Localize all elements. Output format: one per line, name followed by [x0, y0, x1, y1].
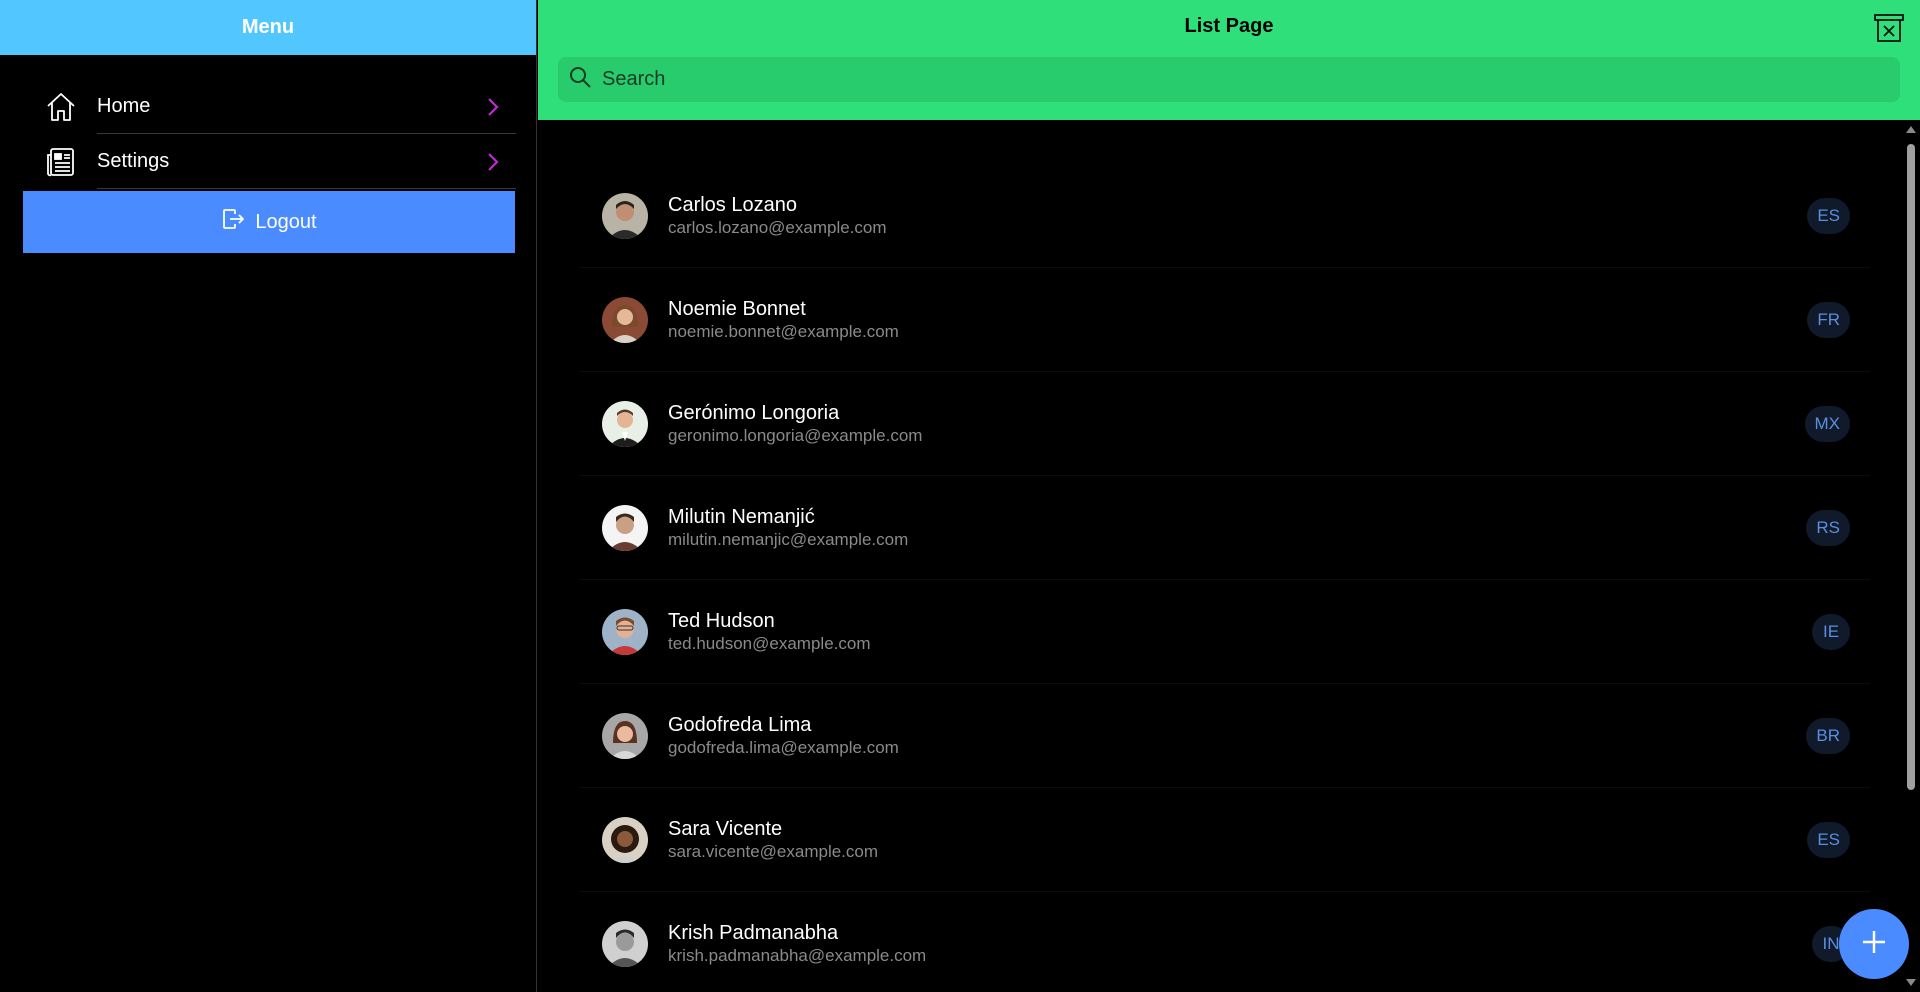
avatar [602, 920, 648, 967]
list-item[interactable]: Krish Padmanabha krish.padmanabha@exampl… [580, 892, 1870, 992]
sidebar-item-label: Settings [97, 150, 170, 172]
country-badge: ES [1807, 822, 1850, 858]
list-item[interactable]: Carlos Lozano carlos.lozano@example.com … [580, 164, 1870, 268]
list-item[interactable]: Noemie Bonnet noemie.bonnet@example.com … [580, 268, 1870, 372]
person-email: carlos.lozano@example.com [668, 217, 887, 237]
search-input[interactable] [600, 67, 1900, 92]
country-badge: IE [1812, 614, 1850, 650]
person-name: Gerónimo Longoria [668, 401, 840, 424]
person-email: noemie.bonnet@example.com [668, 321, 899, 341]
list-item[interactable]: Godofreda Lima godofreda.lima@example.co… [580, 684, 1870, 788]
add-button[interactable] [1839, 909, 1909, 979]
person-name: Noemie Bonnet [668, 297, 806, 320]
person-name: Krish Padmanabha [668, 921, 839, 944]
person-name: Sara Vicente [668, 817, 783, 840]
country-badge: FR [1807, 302, 1850, 338]
logout-icon [221, 207, 245, 237]
person-email: sara.vicente@example.com [668, 841, 879, 861]
sidebar-title: Menu [0, 0, 536, 55]
chevron-right-icon [486, 79, 500, 134]
person-name: Godofreda Lima [668, 713, 812, 736]
search-bar[interactable] [558, 57, 1900, 102]
chevron-right-icon [486, 134, 500, 189]
menu-divider [97, 188, 516, 189]
country-badge: BR [1806, 718, 1850, 754]
trash-icon [1873, 12, 1905, 49]
scroll-down-arrow-icon[interactable] [1906, 979, 1916, 986]
main-panel: List Page Carlos Lozano carlos.lozano@ex… [538, 0, 1920, 992]
avatar [602, 192, 648, 239]
logout-button[interactable]: Logout [23, 191, 515, 253]
list-item[interactable]: Sara Vicente sara.vicente@example.com ES [580, 788, 1870, 892]
sidebar-menu: Home Settings [0, 55, 536, 189]
person-email: krish.padmanabha@example.com [668, 945, 927, 965]
country-badge: MX [1804, 406, 1850, 442]
scroll-thumb[interactable] [1907, 144, 1915, 790]
country-badge: ES [1807, 198, 1850, 234]
avatar [602, 504, 648, 551]
scroll-up-arrow-icon[interactable] [1906, 126, 1916, 133]
avatar [602, 296, 648, 343]
logout-label: Logout [255, 210, 317, 233]
list-item[interactable]: Milutin Nemanjić milutin.nemanjic@exampl… [580, 476, 1870, 580]
sidebar: Menu Home Settings Logout [0, 0, 537, 992]
avatar [602, 712, 648, 759]
home-icon [44, 90, 78, 124]
sidebar-item-settings[interactable]: Settings [0, 134, 536, 189]
person-email: ted.hudson@example.com [668, 633, 871, 653]
trash-button[interactable] [1872, 13, 1906, 47]
country-badge: RS [1806, 510, 1850, 546]
page-title: List Page [1184, 15, 1274, 37]
plus-icon [1860, 928, 1888, 961]
newspaper-icon [44, 145, 78, 179]
avatar [602, 608, 648, 655]
header-bar: List Page [538, 0, 1920, 120]
sidebar-item-label: Home [97, 95, 151, 117]
person-email: geronimo.longoria@example.com [668, 425, 923, 445]
avatar [602, 816, 648, 863]
person-name: Ted Hudson [668, 609, 775, 632]
sidebar-item-home[interactable]: Home [0, 79, 536, 134]
person-name: Carlos Lozano [668, 193, 797, 216]
people-list: Carlos Lozano carlos.lozano@example.com … [538, 120, 1902, 992]
list-item[interactable]: Ted Hudson ted.hudson@example.com IE [580, 580, 1870, 684]
person-email: milutin.nemanjic@example.com [668, 529, 909, 549]
list-item[interactable]: Gerónimo Longoria geronimo.longoria@exam… [580, 372, 1870, 476]
avatar [602, 400, 648, 447]
person-email: godofreda.lima@example.com [668, 737, 899, 757]
scrollbar[interactable] [1902, 120, 1920, 992]
search-icon [568, 65, 592, 94]
person-name: Milutin Nemanjić [668, 505, 815, 528]
